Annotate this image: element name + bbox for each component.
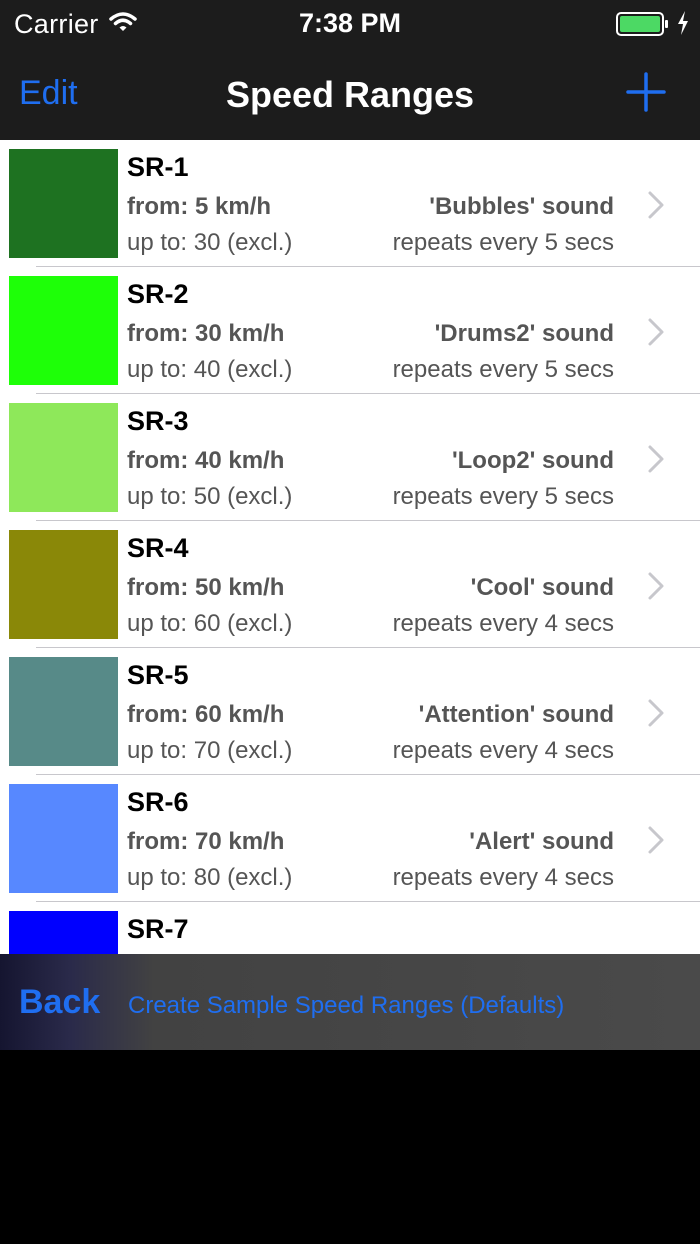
page-title: Speed Ranges: [225, 74, 475, 115]
from-speed-label: from: 5 km/h: [127, 193, 272, 220]
back-button[interactable]: Back: [19, 983, 100, 1022]
app-screen: Carrier 7:38 PM Edit Speed Ranges SR-1 f…: [0, 0, 700, 1244]
chevron-right-icon: [646, 444, 666, 479]
create-defaults-button[interactable]: Create Sample Speed Ranges (Defaults): [128, 992, 564, 1020]
speed-range-row[interactable]: SR-6 from: 70 km/h up to: 80 (excl.) 'Alert…: [0, 775, 700, 902]
bottom-toolbar: Back Create Sample Speed Ranges (Default…: [0, 954, 700, 1050]
speed-range-name: SR-2: [127, 279, 189, 309]
color-swatch: [9, 276, 118, 385]
from-speed-label: from: 30 km/h: [127, 320, 285, 347]
speed-range-row[interactable]: SR-7: [0, 902, 700, 954]
from-speed-label: from: 60 km/h: [127, 701, 285, 728]
sound-label: 'Attention' sound: [418, 701, 614, 728]
chevron-right-icon: [646, 317, 666, 352]
repeat-interval-label: repeats every 4 secs: [392, 610, 614, 637]
speed-range-row[interactable]: SR-5 from: 60 km/h up to: 70 (excl.) 'Atten…: [0, 648, 700, 775]
plus-icon: [626, 72, 666, 112]
color-swatch: [9, 530, 118, 639]
speed-range-name: SR-5: [127, 660, 189, 690]
sound-label: 'Bubbles' sound: [429, 193, 614, 220]
sound-label: 'Alert' sound: [469, 828, 614, 855]
speed-range-row[interactable]: SR-4 from: 50 km/h up to: 60 (excl.) 'Cool'…: [0, 521, 700, 648]
status-bar: Carrier 7:38 PM: [0, 0, 700, 48]
from-speed-label: from: 70 km/h: [127, 828, 285, 855]
repeat-interval-label: repeats every 4 secs: [392, 737, 614, 764]
repeat-interval-label: repeats every 4 secs: [392, 864, 614, 891]
speed-range-name: SR-7: [127, 914, 189, 944]
speed-range-row[interactable]: SR-3 from: 40 km/h up to: 50 (excl.) 'Loop2…: [0, 394, 700, 521]
repeat-interval-label: repeats every 5 secs: [392, 483, 614, 510]
charging-icon: [676, 10, 690, 41]
color-swatch: [9, 403, 118, 512]
up-to-speed-label: up to: 50 (excl.): [127, 483, 293, 510]
speed-range-name: SR-6: [127, 787, 189, 817]
battery-icon: [616, 12, 670, 41]
navigation-bar: Edit Speed Ranges: [0, 48, 700, 140]
repeat-interval-label: repeats every 5 secs: [392, 229, 614, 256]
add-speed-range-button[interactable]: [626, 72, 666, 117]
chevron-right-icon: [646, 698, 666, 733]
speed-range-row[interactable]: SR-2 from: 30 km/h up to: 40 (excl.) 'Drums…: [0, 267, 700, 394]
speed-range-row[interactable]: SR-1 from: 5 km/h up to: 30 (excl.) 'Bubble…: [0, 140, 700, 267]
sound-label: 'Loop2' sound: [451, 447, 614, 474]
color-swatch: [9, 149, 118, 258]
up-to-speed-label: up to: 40 (excl.): [127, 356, 293, 383]
sound-label: 'Cool' sound: [470, 574, 614, 601]
repeat-interval-label: repeats every 5 secs: [392, 356, 614, 383]
up-to-speed-label: up to: 30 (excl.): [127, 229, 293, 256]
bottom-blank-area: [0, 1050, 700, 1244]
status-time: 7:38 PM: [298, 8, 402, 38]
up-to-speed-label: up to: 70 (excl.): [127, 737, 293, 764]
speed-range-name: SR-3: [127, 406, 189, 436]
color-swatch: [9, 911, 118, 954]
speed-range-name: SR-4: [127, 533, 189, 563]
up-to-speed-label: up to: 80 (excl.): [127, 864, 293, 891]
up-to-speed-label: up to: 60 (excl.): [127, 610, 293, 637]
from-speed-label: from: 50 km/h: [127, 574, 285, 601]
color-swatch: [9, 784, 118, 893]
sound-label: 'Drums2' sound: [434, 320, 614, 347]
from-speed-label: from: 40 km/h: [127, 447, 285, 474]
speed-range-list[interactable]: SR-1 from: 5 km/h up to: 30 (excl.) 'Bubble…: [0, 140, 700, 954]
speed-range-name: SR-1: [127, 152, 189, 182]
color-swatch: [9, 657, 118, 766]
chevron-right-icon: [646, 190, 666, 225]
chevron-right-icon: [646, 571, 666, 606]
chevron-right-icon: [646, 825, 666, 860]
